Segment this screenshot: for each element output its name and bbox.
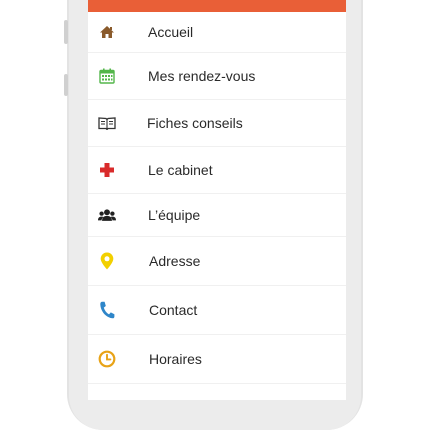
menu-item-label: L’équipe xyxy=(148,207,201,223)
home-icon xyxy=(98,23,116,41)
menu-item-label: Accueil xyxy=(148,24,194,40)
team-icon xyxy=(98,206,116,224)
menu-item-label: Mes rendez-vous xyxy=(148,68,256,84)
phone-icon xyxy=(98,301,116,319)
menu-item-accueil[interactable]: Accueil xyxy=(88,12,346,53)
menu-item-label: Le cabinet xyxy=(148,162,213,178)
medical-cross-icon xyxy=(98,161,116,179)
phone-side-button xyxy=(64,74,68,96)
clock-icon xyxy=(98,350,116,368)
menu-item-le-cabinet[interactable]: Le cabinet xyxy=(88,147,346,194)
app-screen: Accueil Mes rendez-vous Fiches conseils … xyxy=(88,0,346,400)
menu-item-adresse[interactable]: Adresse xyxy=(88,237,346,286)
menu-item-fiches-conseils[interactable]: Fiches conseils xyxy=(88,100,346,147)
phone-side-button xyxy=(64,20,68,44)
menu-item-horaires[interactable]: Horaires xyxy=(88,335,346,384)
calendar-icon xyxy=(98,67,116,85)
menu-item-label: Fiches conseils xyxy=(147,115,243,131)
menu-item-label: Contact xyxy=(149,302,198,318)
menu-item-label: Horaires xyxy=(149,351,202,367)
book-icon xyxy=(98,114,116,132)
navigation-menu: Accueil Mes rendez-vous Fiches conseils … xyxy=(88,12,346,384)
menu-item-label: Adresse xyxy=(149,253,201,269)
app-header-bar xyxy=(88,0,346,12)
map-pin-icon xyxy=(98,252,116,270)
menu-item-rendez-vous[interactable]: Mes rendez-vous xyxy=(88,53,346,100)
menu-item-contact[interactable]: Contact xyxy=(88,286,346,335)
menu-item-equipe[interactable]: L’équipe xyxy=(88,194,346,237)
